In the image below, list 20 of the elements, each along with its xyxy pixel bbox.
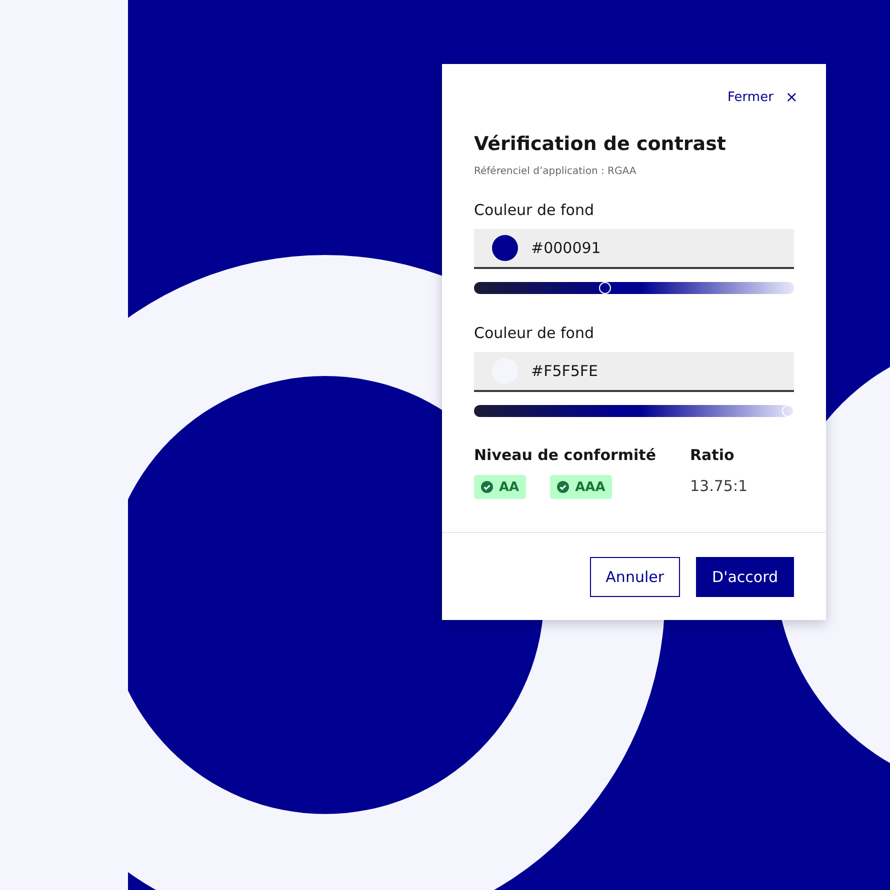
color-input-field[interactable]: #000091: [474, 229, 794, 269]
ratio-value: 13.75:1: [690, 477, 748, 495]
dialog-title: Vérification de contrast: [474, 132, 728, 157]
confirm-button[interactable]: D'accord: [696, 557, 794, 597]
slider-thumb[interactable]: [599, 282, 612, 294]
compliance-heading: Niveau de conformité: [474, 445, 658, 466]
check-icon: [481, 481, 493, 493]
color-slider[interactable]: [474, 282, 794, 294]
check-icon: [557, 481, 570, 493]
slider-thumb[interactable]: [782, 405, 794, 417]
close-button[interactable]: Fermer ×: [728, 86, 798, 108]
level-badge: AA: [474, 475, 526, 499]
ratio-heading: Ratio: [690, 445, 736, 466]
color-input-field[interactable]: #F5F5FE: [474, 352, 794, 392]
field-label: Couleur de fond: [474, 200, 595, 221]
subtitle: Référenciel d’application : RGAA: [474, 166, 638, 177]
cancel-button[interactable]: Annuler: [590, 557, 680, 597]
field-label: Couleur de fond: [474, 323, 595, 344]
level-badge: AAA: [550, 475, 612, 499]
color-slider[interactable]: [474, 405, 794, 417]
